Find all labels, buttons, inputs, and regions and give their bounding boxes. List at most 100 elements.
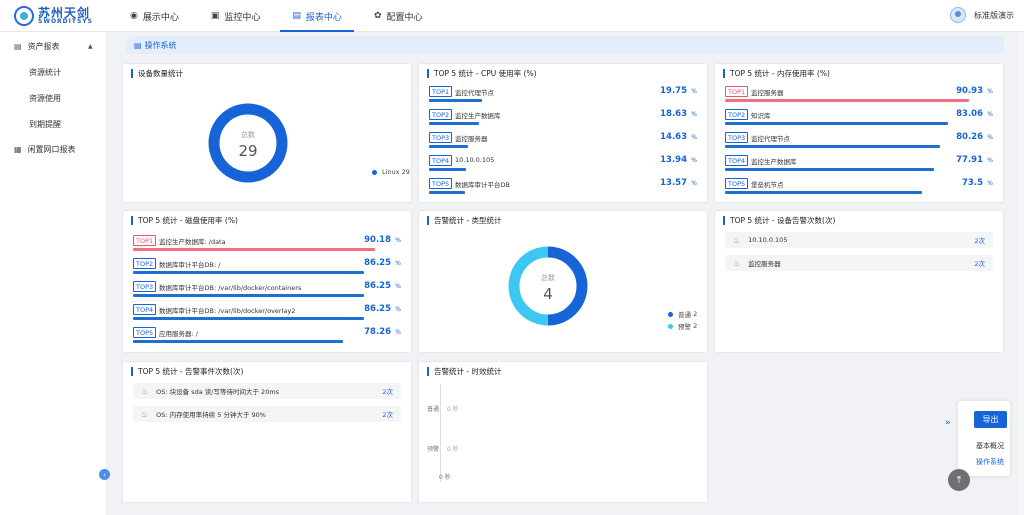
monitor-icon: ◉ <box>130 11 138 21</box>
top5-row: TOP3 监控代理节点 80.26% <box>725 130 993 153</box>
report-icon: ▤ <box>292 11 301 21</box>
nav-display-center[interactable]: ◉ 展示中心 <box>118 0 191 32</box>
fire-icon: ♨ <box>733 235 741 245</box>
item-unit: % <box>395 329 401 336</box>
rank-tag: TOP3 <box>429 132 453 143</box>
progress-track <box>725 168 993 171</box>
expand-panel-icon[interactable]: » <box>945 418 951 428</box>
progress-track <box>133 294 401 297</box>
rank-tag: TOP5 <box>133 327 157 338</box>
rank-tag: TOP3 <box>725 132 749 143</box>
export-button[interactable]: 导出 <box>974 411 1007 428</box>
back-to-top-button[interactable]: ⤒ <box>948 469 970 491</box>
legend-warning: 预警 2 <box>668 321 697 331</box>
item-value: 19.75 <box>660 86 687 96</box>
item-value: 13.94 <box>660 155 687 165</box>
item-unit: % <box>691 88 697 95</box>
legend-value: 2 <box>693 310 698 318</box>
item-unit: % <box>987 180 993 187</box>
memory-list: TOP1 监控服务器 90.93% TOP2 知识库 83.06% TOP3 监控代理节点 80… <box>725 84 993 199</box>
nav-report-center[interactable]: ▤ 报表中心 <box>280 0 354 32</box>
item-value: 14.63 <box>660 132 687 142</box>
sidebar-group-idle-port-report[interactable]: ▦ 闲置网口报表 <box>0 143 106 155</box>
rank-tag: TOP5 <box>725 178 749 189</box>
top5-row: TOP2 数据库审计平台DB: / 86.25% <box>133 256 401 279</box>
progress-track <box>429 99 697 102</box>
main-content: ▤ 操作系统 设备数量统计 总数 29 Linux 29 TOP 5 统计 - … <box>118 35 1010 515</box>
user-menu[interactable]: 标准版演示 <box>950 7 1014 23</box>
breadcrumb-label: 操作系统 <box>144 40 177 50</box>
top5-row: TOP1 监控代理节点 19.75% <box>429 84 697 107</box>
item-unit: % <box>691 111 697 118</box>
progress-track <box>725 191 993 194</box>
rank-tag: TOP2 <box>429 109 453 120</box>
alarm-name: OS: 块设备 sda 读/写等待时间大于 20ms <box>156 388 280 396</box>
progress-fill <box>429 191 466 194</box>
sidebar-item-expiry-reminder[interactable]: 到期提醒 <box>0 118 106 130</box>
fire-icon: ♨ <box>141 386 149 396</box>
logo[interactable]: 苏州天剑 SWORDITSYS <box>14 5 93 27</box>
gear-icon: ✿ <box>373 11 382 21</box>
item-name: 监控服务器 <box>751 89 784 97</box>
progress-fill <box>725 191 922 194</box>
report-icon: ▤ <box>134 40 142 50</box>
sidebar-group-asset-report[interactable]: ▤ 资产报表 ▲ <box>0 40 106 52</box>
progress-track <box>725 122 993 125</box>
legend-name: 预警 <box>678 323 691 331</box>
panel-title: TOP 5 统计 - 磁盘使用率 (%) <box>131 216 238 225</box>
document-icon: ▤ <box>14 41 22 51</box>
rank-tag: TOP2 <box>725 109 749 120</box>
progress-track <box>429 145 697 148</box>
item-value: 90.18 <box>364 235 391 245</box>
panel-title: TOP 5 统计 - 告警事件次数(次) <box>131 367 243 376</box>
item-value: 80.26 <box>956 132 983 142</box>
item-unit: % <box>691 157 697 164</box>
alarm-name: 10.10.0.105 <box>748 236 788 244</box>
sidebar-item-resource-usage[interactable]: 资源使用 <box>0 92 106 104</box>
alarm-count: 2次 <box>974 237 985 245</box>
donut-center-value: 29 <box>238 142 257 160</box>
sidebar-item-resource-stats[interactable]: 资源统计 <box>0 66 106 78</box>
panel-title: TOP 5 统计 - 设备告警次数(次) <box>723 216 835 225</box>
rank-tag: TOP4 <box>429 155 453 166</box>
anchor-basic-overview[interactable]: 基本概况 <box>976 441 1004 451</box>
rank-tag: TOP2 <box>133 258 157 269</box>
collapse-sidebar-button[interactable]: ‹ <box>99 469 110 480</box>
scrollbar[interactable] <box>1018 32 1024 515</box>
legend-value: 29 <box>401 168 410 176</box>
item-name: 监控服务器 <box>455 135 488 143</box>
item-name: 监控生产数据库 <box>455 112 501 120</box>
alarm-row[interactable]: ♨ 10.10.0.105 2次 <box>725 232 993 248</box>
item-value: 18.63 <box>660 109 687 119</box>
nav-label: 配置中心 <box>386 12 423 23</box>
alarm-name: OS: 内存使用率持续 5 分钟大于 90% <box>156 411 266 419</box>
anchor-operating-system[interactable]: 操作系统 <box>976 457 1004 467</box>
item-name: 数据库审计平台DB: /var/lib/docker/overlay2 <box>159 307 296 315</box>
logo-subname: SWORDITSYS <box>38 18 93 25</box>
rank-tag: TOP4 <box>133 304 157 315</box>
item-unit: % <box>987 157 993 164</box>
panel-title: TOP 5 统计 - CPU 使用率 (%) <box>427 69 537 78</box>
nav-config-center[interactable]: ✿ 配置中心 <box>362 0 435 32</box>
item-name: 堡垒机节点 <box>751 181 784 189</box>
nav-monitor-center[interactable]: ▣ 监控中心 <box>199 0 273 32</box>
item-name: 应用服务器: / <box>159 330 198 338</box>
fire-icon: ♨ <box>733 258 741 268</box>
item-name: 数据库审计平台DB <box>455 181 510 189</box>
top5-row: TOP5 应用服务器: / 78.26% <box>133 325 401 348</box>
alarm-row[interactable]: ♨ 监控服务器 2次 <box>725 255 993 271</box>
alarm-row[interactable]: ♨ OS: 块设备 sda 读/写等待时间大于 20ms 2次 <box>133 383 401 399</box>
progress-fill <box>429 145 469 148</box>
disk-list: TOP1 监控生产数据库: /data 90.18% TOP2 数据库审计平台DB: /… <box>133 233 401 348</box>
rank-tag: TOP1 <box>429 86 453 97</box>
row-label: 预警 <box>427 446 440 453</box>
legend-dot <box>668 311 673 317</box>
disk-top5-panel: TOP 5 统计 - 磁盘使用率 (%) TOP1 监控生产数据库: /data 9… <box>122 210 412 353</box>
timeliness-row: 预警 0 秒 <box>427 444 459 453</box>
alarm-type-donut-chart: 总数 4 <box>508 246 588 326</box>
main-nav: ◉ 展示中心 ▣ 监控中心 ▤ 报表中心 ✿ 配置中心 <box>118 0 443 32</box>
sidebar-item-label: 资产报表 <box>27 41 60 51</box>
device-count-panel: 设备数量统计 总数 29 Linux 29 <box>122 63 412 203</box>
item-name: 监控代理节点 <box>455 89 494 97</box>
alarm-row[interactable]: ♨ OS: 内存使用率持续 5 分钟大于 90% 2次 <box>133 406 401 422</box>
